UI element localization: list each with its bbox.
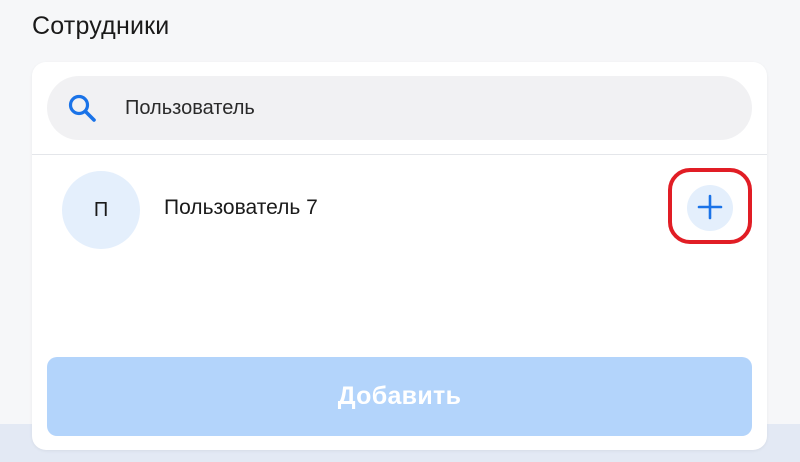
user-name: Пользователь 7 xyxy=(164,196,318,219)
avatar: П xyxy=(62,171,140,249)
search-icon xyxy=(66,92,100,126)
plus-icon xyxy=(697,194,723,223)
page-title: Сотрудники xyxy=(32,12,170,40)
add-user-button[interactable] xyxy=(687,185,733,231)
employees-panel: П Пользователь 7 Добавить xyxy=(32,62,767,450)
add-button[interactable]: Добавить xyxy=(47,357,752,436)
search-bar[interactable] xyxy=(47,76,752,140)
search-input[interactable] xyxy=(125,90,725,126)
list-item: П Пользователь 7 xyxy=(32,168,767,250)
divider xyxy=(32,154,767,155)
